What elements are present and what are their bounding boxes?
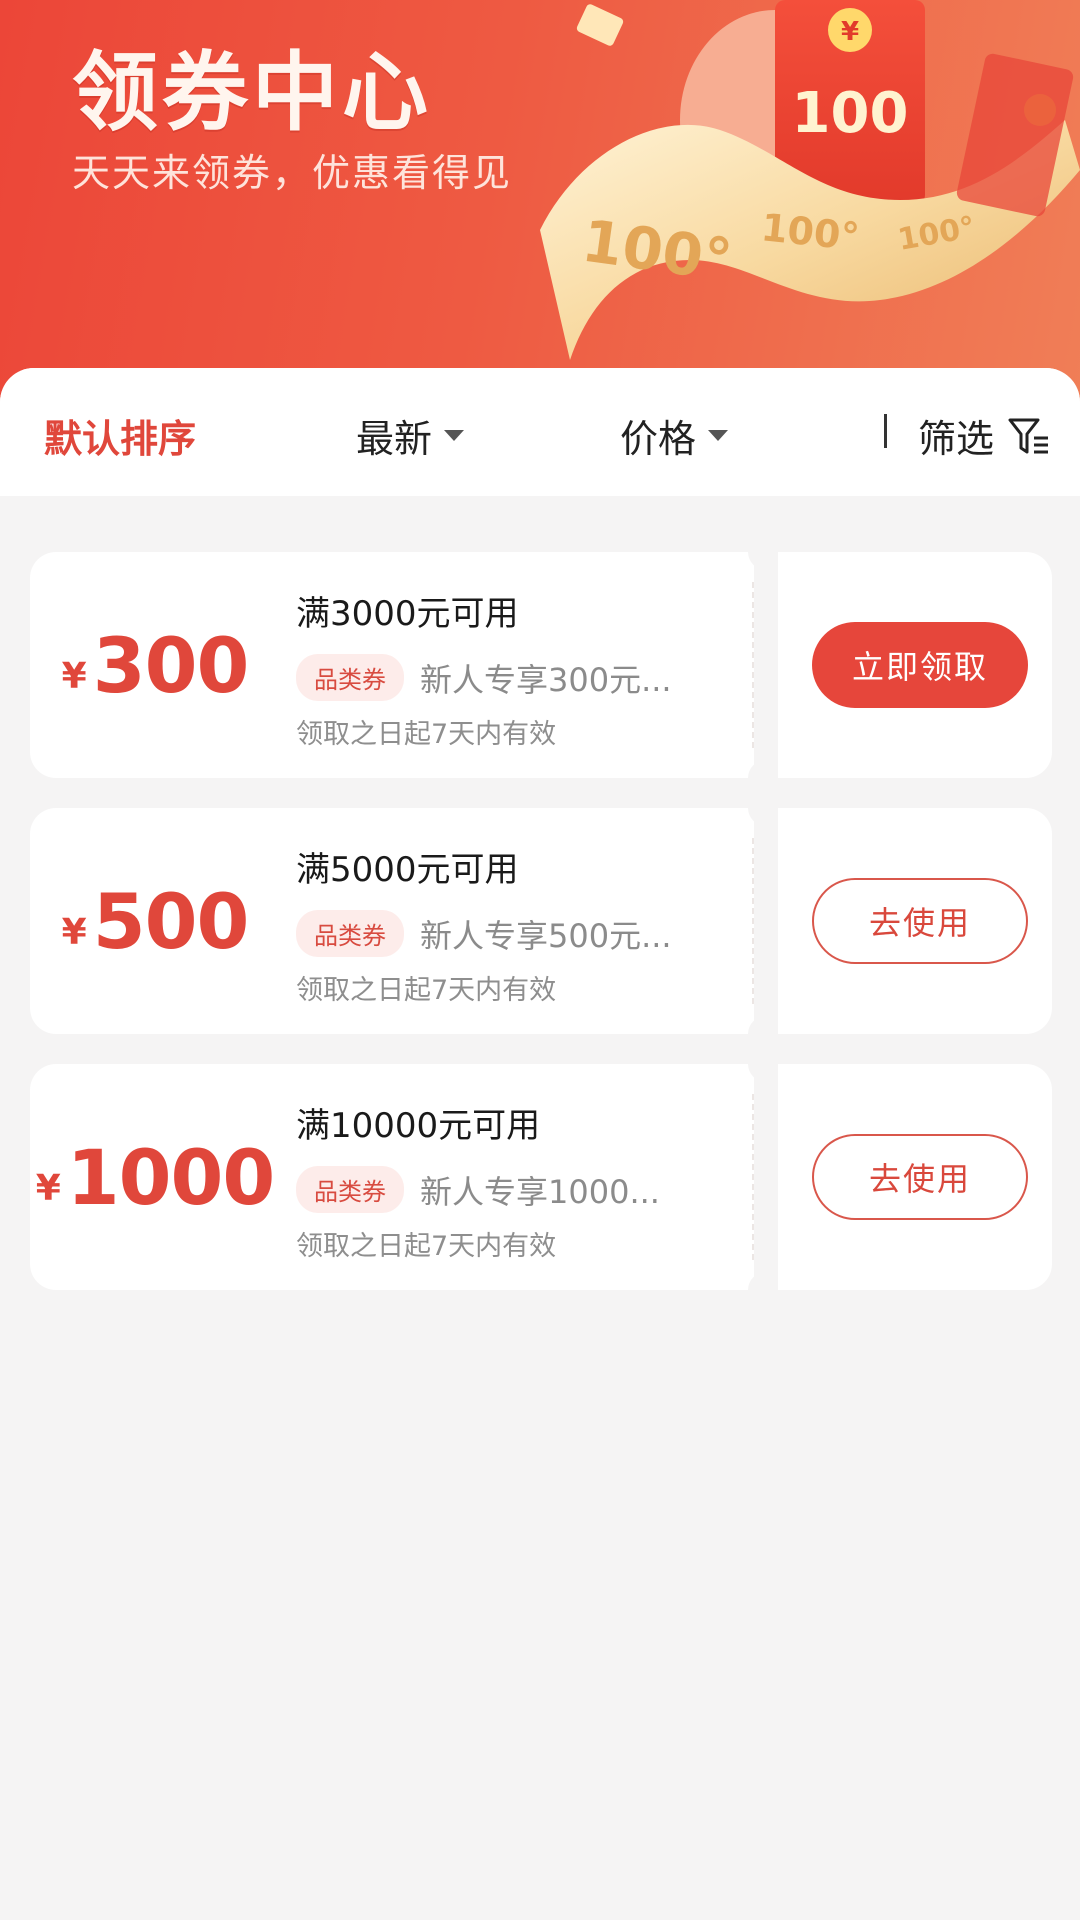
caret-down-icon xyxy=(708,430,729,441)
sort-price-label: 价格 xyxy=(620,417,697,461)
coupon-threshold: 满3000元可用 xyxy=(296,594,519,634)
coupon-validity: 领取之日起7天内有效 xyxy=(296,719,557,750)
use-coupon-button[interactable]: 去使用 xyxy=(812,1134,1028,1220)
coupon-description: 新人专享300元... xyxy=(420,660,672,699)
sort-default-label: 默认排序 xyxy=(44,417,197,461)
coupon-validity: 领取之日起7天内有效 xyxy=(296,1231,557,1262)
coupon-body: ¥ 500 满5000元可用 品类券 新人专享500元... 领取之日起7天内有… xyxy=(30,808,754,1034)
coupon-card: ¥ 1000 满10000元可用 品类券 新人专享1000... 领取之日起7天… xyxy=(30,1062,1052,1292)
coupon-validity: 领取之日起7天内有效 xyxy=(296,975,557,1006)
filter-label: 筛选 xyxy=(918,417,995,461)
coupon-description: 新人专享500元... xyxy=(420,916,672,955)
coupon-tag-row: 品类券 新人专享300元... xyxy=(296,654,672,701)
coupon-threshold: 满10000元可用 xyxy=(296,1106,541,1146)
coupon-action-area: 立即领取 xyxy=(778,552,1052,778)
amount-value: 500 xyxy=(92,876,250,966)
sort-default[interactable]: 默认排序 xyxy=(44,408,196,463)
coupon-card: ¥ 300 满3000元可用 品类券 新人专享300元... 领取之日起7天内有… xyxy=(30,550,1052,780)
coupon-card: ¥ 500 满5000元可用 品类券 新人专享500元... 领取之日起7天内有… xyxy=(30,806,1052,1036)
currency-symbol: ¥ xyxy=(61,655,87,697)
page-title: 领券中心 xyxy=(72,43,432,143)
header-banner: 领券中心 天天来领券，优惠看得见 ¥ 100 100° 100° 100° xyxy=(0,0,1080,420)
category-tag: 品类券 xyxy=(296,1166,404,1213)
coupon-center-page: 领券中心 天天来领券，优惠看得见 ¥ 100 100° 100° 100° 默认… xyxy=(0,0,1080,1920)
coupon-tag-row: 品类券 新人专享1000... xyxy=(296,1166,660,1213)
use-coupon-button[interactable]: 去使用 xyxy=(812,878,1028,964)
svg-text:¥: ¥ xyxy=(841,17,859,47)
envelope-amount-text: 100 xyxy=(792,81,909,146)
amount-value: 1000 xyxy=(66,1132,276,1222)
coupon-description: 新人专享1000... xyxy=(420,1172,660,1211)
coupon-info: 满10000元可用 品类券 新人专享1000... 领取之日起7天内有效 xyxy=(296,1064,736,1290)
sort-price[interactable]: 价格 xyxy=(620,408,729,463)
coupon-list: ¥ 300 满3000元可用 品类券 新人专享300元... 领取之日起7天内有… xyxy=(30,550,1052,1320)
coupon-amount: ¥ 500 xyxy=(30,808,280,1034)
red-envelope-ribbon-illustration: ¥ 100 100° 100° 100° xyxy=(540,0,1080,360)
sort-newest-label: 最新 xyxy=(356,417,433,461)
coupon-body: ¥ 300 满3000元可用 品类券 新人专享300元... 领取之日起7天内有… xyxy=(30,552,754,778)
coupon-body: ¥ 1000 满10000元可用 品类券 新人专享1000... 领取之日起7天… xyxy=(30,1064,754,1290)
caret-down-icon xyxy=(444,430,465,441)
coupon-panel: 默认排序 最新 价格 筛选 ¥ 300 满3000元可用 品类券 新人专享300… xyxy=(0,368,1080,1920)
page-subtitle: 天天来领券，优惠看得见 xyxy=(72,151,513,195)
currency-symbol: ¥ xyxy=(35,1167,61,1209)
coupon-info: 满3000元可用 品类券 新人专享300元... 领取之日起7天内有效 xyxy=(296,552,736,778)
sort-filter-bar: 默认排序 最新 价格 筛选 xyxy=(0,368,1080,496)
currency-symbol: ¥ xyxy=(61,911,87,953)
category-tag: 品类券 xyxy=(296,910,404,957)
coupon-threshold: 满5000元可用 xyxy=(296,850,519,890)
filter-button[interactable]: 筛选 xyxy=(918,408,1050,463)
sort-divider xyxy=(884,414,887,448)
sort-newest[interactable]: 最新 xyxy=(356,408,465,463)
coupon-tag-row: 品类券 新人专享500元... xyxy=(296,910,672,957)
coupon-action-area: 去使用 xyxy=(778,808,1052,1034)
claim-now-button[interactable]: 立即领取 xyxy=(812,622,1028,708)
filter-icon xyxy=(1008,418,1049,453)
amount-value: 300 xyxy=(92,620,250,710)
coupon-amount: ¥ 1000 xyxy=(30,1064,280,1290)
category-tag: 品类券 xyxy=(296,654,404,701)
coupon-info: 满5000元可用 品类券 新人专享500元... 领取之日起7天内有效 xyxy=(296,808,736,1034)
coupon-amount: ¥ 300 xyxy=(30,552,280,778)
coupon-action-area: 去使用 xyxy=(778,1064,1052,1290)
